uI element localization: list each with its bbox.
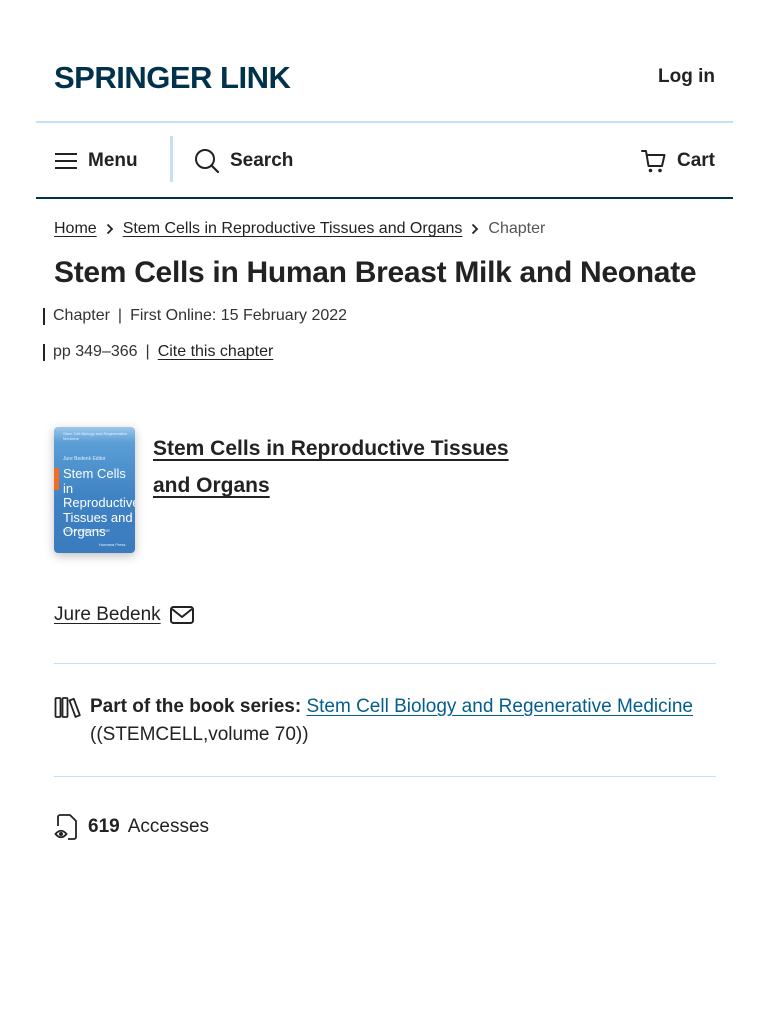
cover-publisher: Humana Press (99, 542, 126, 547)
main-nav: Menu Search Cart (36, 123, 733, 198)
series-link[interactable]: Stem Cell Biology and Regenerative Medic… (306, 696, 693, 717)
author-link[interactable]: Jure Bedenk (54, 604, 161, 626)
cover-editor-text: Jure Bedenk Editor (63, 456, 106, 462)
search-button[interactable]: Search (194, 123, 293, 198)
meta-bar (43, 343, 45, 361)
section-divider (54, 776, 716, 777)
article-pages-meta: pp 349–366 | Cite this chapter (43, 343, 273, 361)
meta-bar (43, 307, 45, 325)
breadcrumb-current: Chapter (488, 220, 546, 237)
cover-subtitle: From Fertility to Cancer (63, 528, 111, 533)
book-title-line-2: and Organs (153, 474, 270, 497)
chevron-right-icon (470, 223, 480, 235)
books-icon (54, 697, 81, 718)
meta-separator: | (145, 343, 150, 360)
email-icon[interactable] (169, 604, 195, 626)
section-divider (54, 663, 716, 664)
cover-accent-stripe (54, 468, 59, 490)
meta-separator: | (117, 307, 123, 324)
series-volume: ((STEMCELL,volume 70)) (90, 724, 309, 745)
breadcrumb-book[interactable]: Stem Cells in Reproductive Tissues and O… (123, 220, 463, 238)
content-type: Chapter (53, 307, 110, 324)
book-title-link[interactable]: Stem Cells in Reproductive Tissues and O… (153, 430, 513, 504)
breadcrumb: Home Stem Cells in Reproductive Tissues … (54, 220, 545, 238)
site-header: SPRINGER LINK Log in (0, 0, 768, 122)
accesses-count: 619 (88, 816, 120, 837)
accesses-metric: 619 Accesses (54, 813, 209, 841)
cover-series-text: Stem Cell Biology and Regenerative Medic… (63, 431, 128, 441)
series-line: Part of the book series: Stem Cell Biolo… (90, 693, 693, 721)
book-title-line-1: Stem Cells in Reproductive Tissues (153, 437, 509, 460)
cite-chapter-link[interactable]: Cite this chapter (158, 343, 274, 361)
breadcrumb-home[interactable]: Home (54, 220, 97, 238)
cart-button[interactable]: Cart (640, 123, 715, 198)
hamburger-menu-icon (55, 152, 77, 169)
first-online-date: First Online: 15 February 2022 (130, 307, 348, 324)
cart-icon (640, 149, 666, 172)
article-meta: Chapter | First Online: 15 February 2022 (43, 307, 347, 325)
search-label: Search (230, 149, 294, 171)
author-list: Jure Bedenk (54, 604, 195, 626)
cart-label: Cart (676, 149, 715, 171)
document-view-icon (54, 814, 77, 840)
search-icon (195, 148, 220, 173)
menu-button[interactable]: Menu (54, 123, 138, 198)
book-cover[interactable]: Stem Cell Biology and Regenerative Medic… (54, 427, 135, 553)
chevron-right-icon (105, 223, 115, 235)
series-label: Part of the book series: (90, 696, 302, 717)
nav-divider (170, 136, 173, 182)
nav-bottom-rule (36, 197, 733, 199)
login-link[interactable]: Log in (658, 66, 715, 88)
springer-link-logo[interactable]: SPRINGER LINK (54, 60, 291, 96)
accesses-label: Accesses (127, 816, 210, 837)
page-range: pp 349–366 (53, 343, 138, 360)
menu-label: Menu (88, 149, 138, 171)
page-title: Stem Cells in Human Breast Milk and Neon… (54, 256, 697, 289)
